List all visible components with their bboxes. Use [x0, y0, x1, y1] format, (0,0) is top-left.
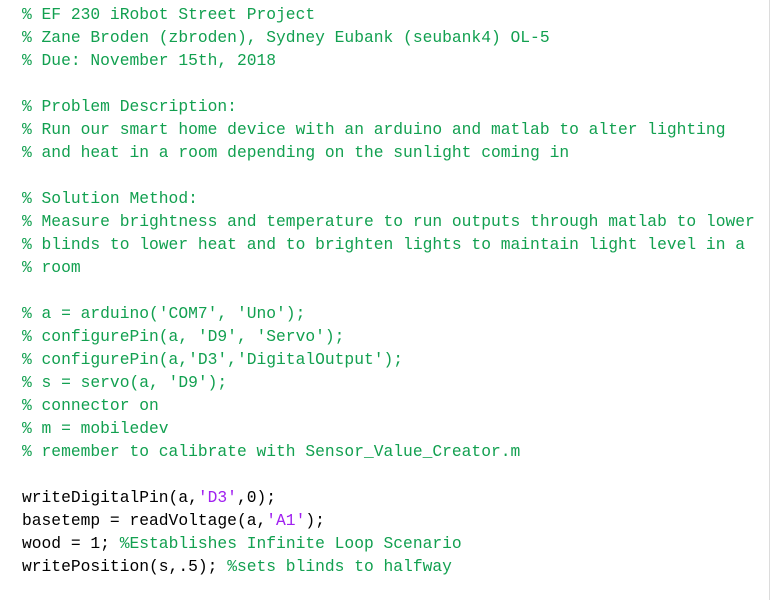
code-token-comment: %sets blinds to halfway	[227, 557, 452, 576]
code-token-comment: % Run our smart home device with an ardu…	[22, 120, 726, 139]
code-token-plain: ,0);	[236, 488, 277, 507]
code-token-comment: % configurePin(a,'D3','DigitalOutput');	[22, 350, 404, 369]
code-line[interactable]: % a = arduino('COM7', 'Uno');	[22, 302, 769, 325]
code-token-comment: % room	[22, 258, 81, 277]
code-token-comment: % Solution Method:	[22, 189, 198, 208]
code-line[interactable]	[22, 279, 769, 302]
code-line[interactable]: % Zane Broden (zbroden), Sydney Eubank (…	[22, 26, 769, 49]
code-token-plain: wood = 1;	[22, 534, 120, 553]
code-token-comment: % blinds to lower heat and to brighten l…	[22, 235, 746, 254]
code-line[interactable]: wood = 1; %Establishes Infinite Loop Sce…	[22, 532, 769, 555]
code-token-comment: % and heat in a room depending on the su…	[22, 143, 570, 162]
code-token-string: 'A1'	[266, 511, 306, 530]
code-body[interactable]: % EF 230 iRobot Street Project % Zane Bro…	[22, 3, 769, 578]
code-token-plain: writeDigitalPin(a,	[22, 488, 198, 507]
code-line[interactable]	[22, 164, 769, 187]
code-editor-pane[interactable]: % EF 230 iRobot Street Project % Zane Bro…	[0, 0, 770, 600]
code-token-plain: basetemp = readVoltage(a,	[22, 511, 267, 530]
code-token-comment: % EF 230 iRobot Street Project	[22, 5, 316, 24]
code-token-comment: % Measure brightness and temperature to …	[22, 212, 755, 231]
code-token-comment: % s = servo(a, 'D9');	[22, 373, 228, 392]
code-line[interactable]: % m = mobiledev	[22, 417, 769, 440]
code-line[interactable]	[22, 72, 769, 95]
code-token-comment: % m = mobiledev	[22, 419, 169, 438]
code-line[interactable]: % and heat in a room depending on the su…	[22, 141, 769, 164]
code-token-plain: writePosition(s,.5);	[22, 557, 228, 576]
code-token-comment: % a = arduino('COM7', 'Uno');	[22, 304, 306, 323]
code-line[interactable]: basetemp = readVoltage(a,'A1');	[22, 509, 769, 532]
code-token-comment: % configurePin(a, 'D9', 'Servo');	[22, 327, 345, 346]
code-line[interactable]: % configurePin(a, 'D9', 'Servo');	[22, 325, 769, 348]
code-line[interactable]: % room	[22, 256, 769, 279]
code-token-comment: % remember to calibrate with Sensor_Valu…	[22, 442, 521, 461]
code-token-comment: % connector on	[22, 396, 159, 415]
code-line[interactable]: % remember to calibrate with Sensor_Valu…	[22, 440, 769, 463]
code-token-comment: % Zane Broden (zbroden), Sydney Eubank (…	[22, 28, 550, 47]
code-line[interactable]: % Due: November 15th, 2018	[22, 49, 769, 72]
code-line[interactable]: % Solution Method:	[22, 187, 769, 210]
code-token-comment: %Establishes Infinite Loop Scenario	[119, 534, 462, 553]
code-line[interactable]: % s = servo(a, 'D9');	[22, 371, 769, 394]
code-token-comment: % Problem Description:	[22, 97, 237, 116]
code-line[interactable]: % configurePin(a,'D3','DigitalOutput');	[22, 348, 769, 371]
code-line[interactable]: % Measure brightness and temperature to …	[22, 210, 769, 233]
code-line[interactable]: % Run our smart home device with an ardu…	[22, 118, 769, 141]
code-token-string: 'D3'	[197, 488, 237, 507]
code-token-plain: );	[305, 511, 325, 530]
code-line[interactable]: % EF 230 iRobot Street Project	[22, 3, 769, 26]
code-line[interactable]: % Problem Description:	[22, 95, 769, 118]
code-line[interactable]: writeDigitalPin(a,'D3',0);	[22, 486, 769, 509]
code-line[interactable]: % blinds to lower heat and to brighten l…	[22, 233, 769, 256]
code-line[interactable]: writePosition(s,.5); %sets blinds to hal…	[22, 555, 769, 578]
code-token-comment: % Due: November 15th, 2018	[22, 51, 277, 70]
code-line[interactable]: % connector on	[22, 394, 769, 417]
code-line[interactable]	[22, 463, 769, 486]
